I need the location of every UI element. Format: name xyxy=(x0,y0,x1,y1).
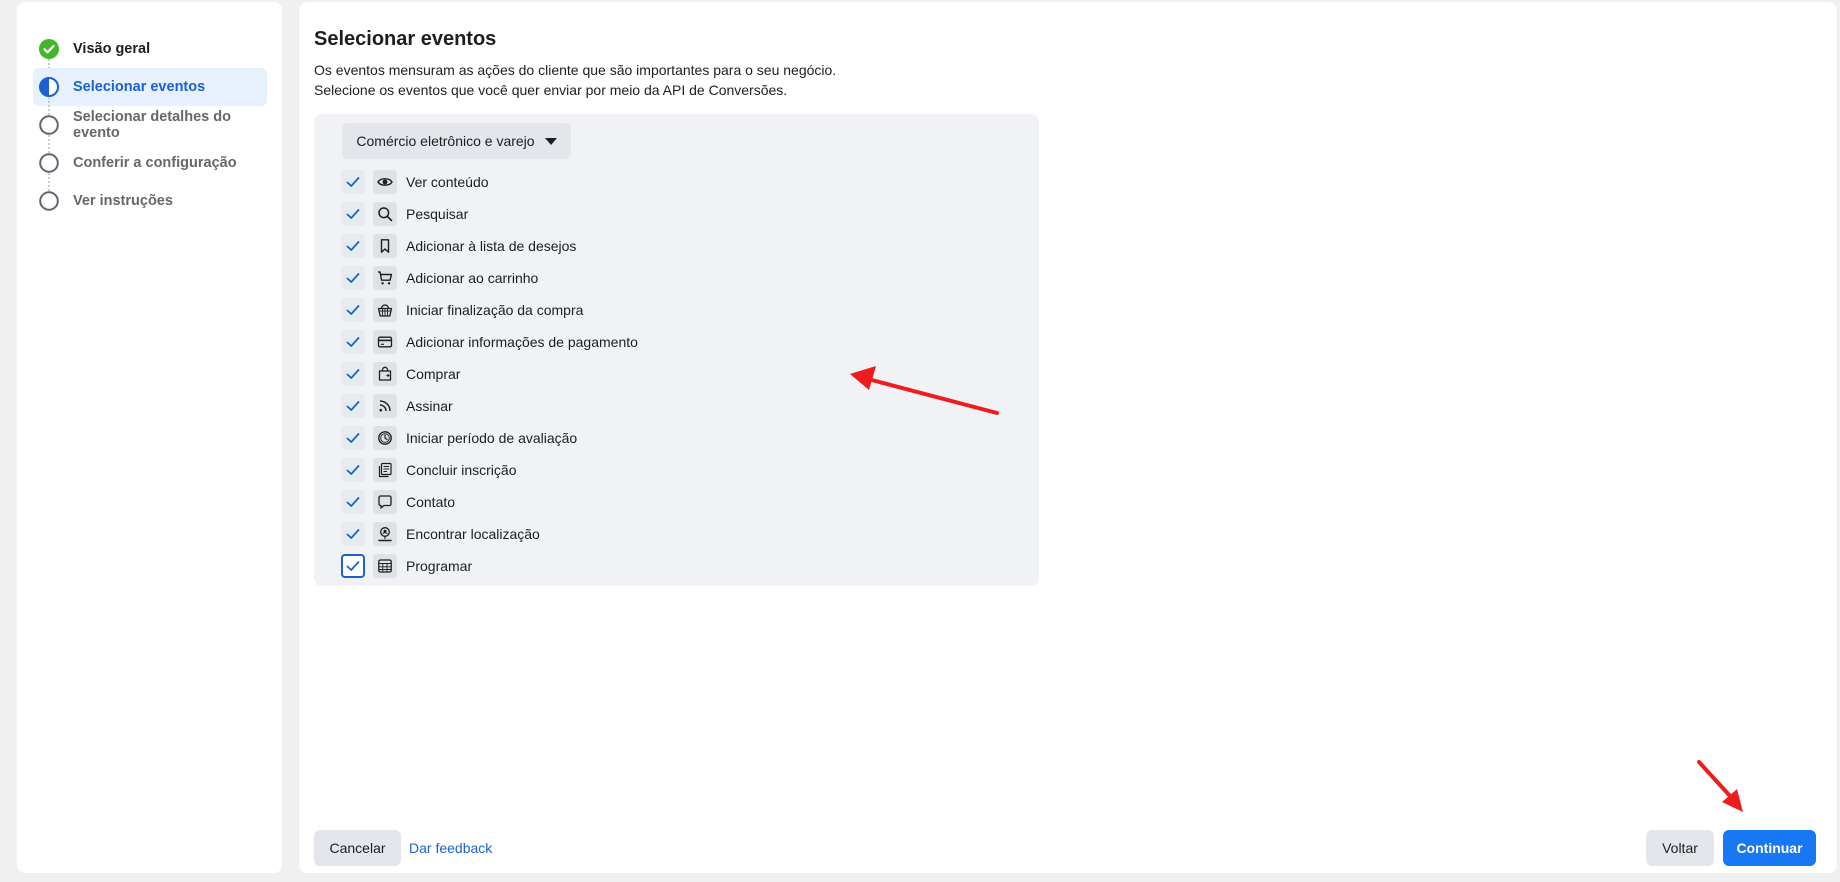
event-row-add-to-wishlist[interactable]: Adicionar à lista de desejos xyxy=(341,230,638,262)
event-row-add-payment-info[interactable]: Adicionar informações de pagamento xyxy=(341,326,638,358)
event-label: Pesquisar xyxy=(406,206,469,222)
event-checkbox[interactable] xyxy=(341,490,365,514)
step-label: Selecionar eventos xyxy=(73,79,206,95)
step-view-instructions[interactable]: Ver instruções xyxy=(33,182,267,220)
step-select-events[interactable]: Selecionar eventos xyxy=(33,68,267,115)
calendar-grid-icon xyxy=(373,554,397,578)
checkmark-icon xyxy=(346,177,360,187)
event-label: Comprar xyxy=(406,366,461,382)
check-circle-icon xyxy=(39,39,59,59)
description-line: Selecione os eventos que você quer envia… xyxy=(314,82,788,98)
event-label: Contato xyxy=(406,494,456,510)
feedback-link[interactable]: Dar feedback xyxy=(409,840,492,856)
step-list: Visão geral Selecionar eventos Seleciona… xyxy=(33,30,267,220)
event-row-subscribe[interactable]: Assinar xyxy=(341,390,638,422)
search-icon xyxy=(373,202,397,226)
back-button[interactable]: Voltar xyxy=(1646,830,1714,866)
empty-circle-icon xyxy=(39,153,59,173)
event-row-view-content[interactable]: Ver conteúdo xyxy=(341,166,638,198)
checkmark-icon xyxy=(346,273,360,283)
event-row-find-location[interactable]: Encontrar localização xyxy=(341,518,638,550)
empty-circle-icon xyxy=(39,115,59,135)
chat-bubble-icon xyxy=(373,490,397,514)
event-row-add-to-cart[interactable]: Adicionar ao carrinho xyxy=(341,262,638,294)
description-line: Os eventos mensuram as ações do cliente … xyxy=(314,62,837,78)
checkmark-icon xyxy=(346,561,360,571)
checkmark-icon xyxy=(346,529,360,539)
half-circle-icon xyxy=(39,77,59,97)
event-checkbox[interactable] xyxy=(341,458,365,482)
checkmark-icon xyxy=(346,241,360,251)
event-label: Iniciar finalização da compra xyxy=(406,302,584,318)
page-title: Selecionar eventos xyxy=(314,28,497,50)
shopping-bag-icon xyxy=(373,362,397,386)
event-row-schedule[interactable]: Programar xyxy=(341,550,638,582)
bookmark-icon xyxy=(373,234,397,258)
event-label: Encontrar localização xyxy=(406,526,540,542)
event-label: Adicionar ao carrinho xyxy=(406,270,539,286)
checkmark-icon xyxy=(346,337,360,347)
event-label: Adicionar informações de pagamento xyxy=(406,334,638,350)
wizard-sidebar: Visão geral Selecionar eventos Seleciona… xyxy=(17,2,282,873)
event-checkbox[interactable] xyxy=(341,426,365,450)
empty-circle-icon xyxy=(39,191,59,211)
event-list: Ver conteúdo Pesquisar Adicionar à lista… xyxy=(341,166,638,582)
step-label: Visão geral xyxy=(73,41,151,57)
clock-icon xyxy=(373,426,397,450)
checkmark-icon xyxy=(346,369,360,379)
checkmark-icon xyxy=(346,497,360,507)
event-checkbox[interactable] xyxy=(341,522,365,546)
event-checkbox[interactable] xyxy=(341,298,365,322)
page-description: Os eventos mensuram as ações do cliente … xyxy=(314,60,836,100)
checkmark-icon xyxy=(346,433,360,443)
category-dropdown-label: Comércio eletrônico e varejo xyxy=(356,133,535,149)
cart-icon xyxy=(373,266,397,290)
main-panel: Selecionar eventos Os eventos mensuram a… xyxy=(299,2,1837,873)
event-checkbox[interactable] xyxy=(341,266,365,290)
cancel-button[interactable]: Cancelar xyxy=(314,830,401,866)
event-checkbox[interactable] xyxy=(341,394,365,418)
event-row-complete-registration[interactable]: Concluir inscrição xyxy=(341,454,638,486)
event-label: Programar xyxy=(406,558,473,574)
event-label: Adicionar à lista de desejos xyxy=(406,238,577,254)
events-panel: Comércio eletrônico e varejo Ver conteúd… xyxy=(314,114,1039,586)
event-checkbox[interactable] xyxy=(341,234,365,258)
category-dropdown[interactable]: Comércio eletrônico e varejo xyxy=(342,123,571,159)
event-checkbox[interactable] xyxy=(341,362,365,386)
event-checkbox[interactable] xyxy=(341,554,365,578)
checkmark-icon xyxy=(346,209,360,219)
step-label: Selecionar detalhes do evento xyxy=(73,109,231,141)
form-icon xyxy=(373,458,397,482)
event-label: Concluir inscrição xyxy=(406,462,517,478)
step-review-setup[interactable]: Conferir a configuração xyxy=(33,144,267,191)
event-row-search[interactable]: Pesquisar xyxy=(341,198,638,230)
event-row-initiate-checkout[interactable]: Iniciar finalização da compra xyxy=(341,294,638,326)
event-label: Iniciar período de avaliação xyxy=(406,430,578,446)
caret-down-icon xyxy=(544,137,557,145)
step-label: Conferir a configuração xyxy=(73,155,237,171)
checkmark-icon xyxy=(346,465,360,475)
event-label: Assinar xyxy=(406,398,453,414)
event-checkbox[interactable] xyxy=(341,170,365,194)
continue-button[interactable]: Continuar xyxy=(1723,830,1816,866)
step-event-details[interactable]: Selecionar detalhes do evento xyxy=(33,106,267,153)
step-overview[interactable]: Visão geral xyxy=(33,30,267,77)
event-row-purchase[interactable]: Comprar xyxy=(341,358,638,390)
checkmark-icon xyxy=(346,305,360,315)
basket-icon xyxy=(373,298,397,322)
rss-icon xyxy=(373,394,397,418)
location-pin-icon xyxy=(373,522,397,546)
credit-card-icon xyxy=(373,330,397,354)
event-checkbox[interactable] xyxy=(341,202,365,226)
eye-icon xyxy=(373,170,397,194)
event-row-contact[interactable]: Contato xyxy=(341,486,638,518)
checkmark-icon xyxy=(346,401,360,411)
event-label: Ver conteúdo xyxy=(406,174,489,190)
event-checkbox[interactable] xyxy=(341,330,365,354)
step-label: Ver instruções xyxy=(73,193,173,209)
event-row-start-trial[interactable]: Iniciar período de avaliação xyxy=(341,422,638,454)
